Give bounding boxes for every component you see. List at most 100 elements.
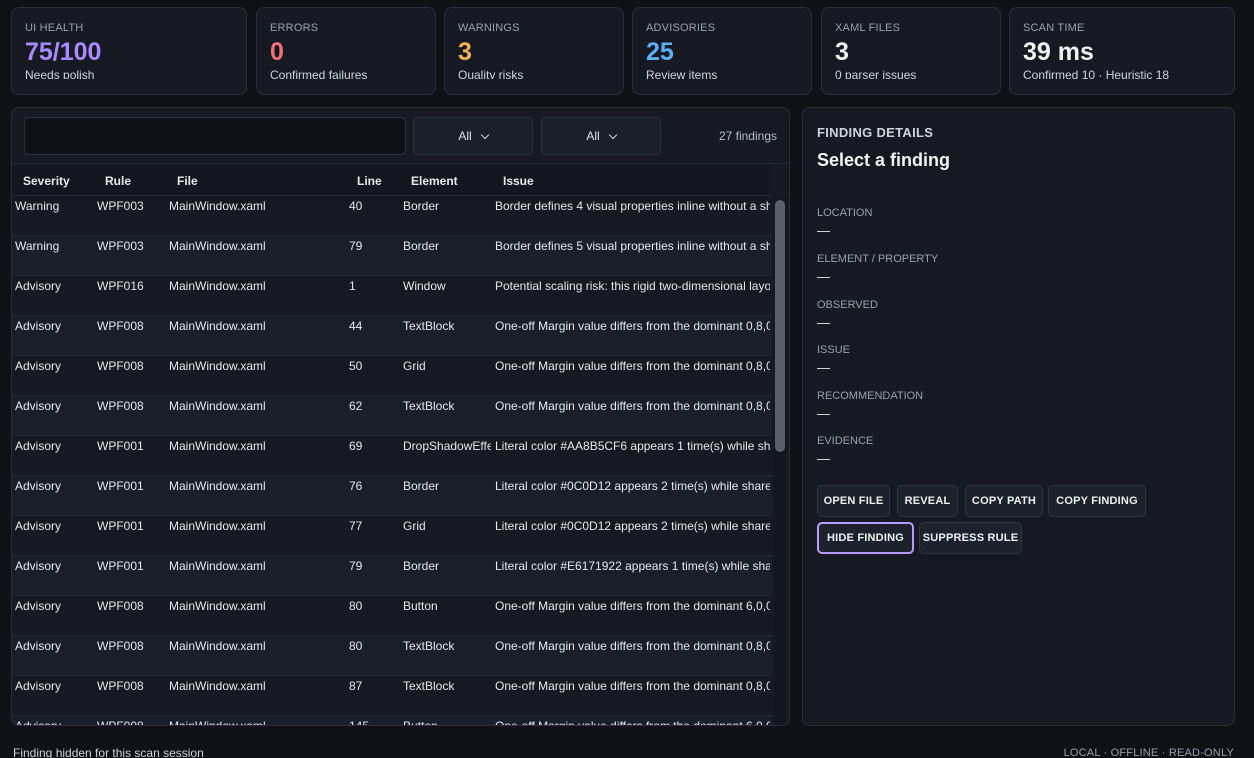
stat-sub: 0 parser issues bbox=[835, 68, 917, 79]
column-header-file[interactable]: File bbox=[177, 174, 198, 188]
cell-line: 80 bbox=[349, 639, 363, 653]
detail-value: — bbox=[817, 360, 830, 375]
cell-issue: One-off Margin value differs from the do… bbox=[495, 679, 770, 693]
column-header-line[interactable]: Line bbox=[357, 174, 382, 188]
chevron-down-icon bbox=[608, 130, 617, 139]
table-row[interactable]: Advisory WPF008 MainWindow.xaml 44 TextBlock… bbox=[12, 316, 772, 356]
column-header-issue[interactable]: Issue bbox=[503, 174, 534, 188]
table-row[interactable]: Advisory WPF001 MainWindow.xaml 76 Border Lit… bbox=[12, 476, 772, 516]
cell-issue: Border defines 4 visual properties inlin… bbox=[495, 199, 770, 213]
hide-finding-button[interactable]: HIDE FINDING bbox=[817, 522, 914, 554]
cell-issue: Literal color #E6171922 appears 1 time(s… bbox=[495, 559, 770, 573]
cell-element: Border bbox=[403, 479, 440, 493]
table-row[interactable]: Advisory WPF008 MainWindow.xaml 80 TextBlock… bbox=[12, 636, 772, 676]
cell-file: MainWindow.xaml bbox=[169, 559, 266, 573]
cell-file: MainWindow.xaml bbox=[169, 639, 266, 653]
table-row[interactable]: Advisory WPF008 MainWindow.xaml 62 TextBlock… bbox=[12, 396, 772, 436]
stat-card-scan-time: SCAN TIME 39 ms Confirmed 10 · Heuristic… bbox=[1009, 7, 1235, 95]
cell-severity: Advisory bbox=[15, 319, 62, 333]
stat-sub: Confirmed 10 · Heuristic 18 bbox=[1023, 68, 1170, 82]
table-scrollbar[interactable] bbox=[774, 196, 786, 725]
table-row[interactable]: Advisory WPF016 MainWindow.xaml 1 Window Pote… bbox=[12, 276, 772, 316]
table-row[interactable]: Advisory WPF008 MainWindow.xaml 145 Button On… bbox=[12, 716, 772, 726]
table-header: Severity Rule File Line Element Issue bbox=[12, 164, 772, 196]
stat-value: 3 bbox=[835, 38, 849, 66]
cell-rule: WPF001 bbox=[97, 559, 144, 573]
detail-value: — bbox=[817, 223, 830, 238]
cell-rule: WPF001 bbox=[97, 439, 144, 453]
scrollbar-thumb[interactable] bbox=[775, 200, 785, 452]
cell-severity: Advisory bbox=[15, 519, 62, 533]
cell-element: Border bbox=[403, 199, 440, 213]
cell-severity: Advisory bbox=[15, 719, 62, 726]
mode-indicator: LOCAL · OFFLINE · READ-ONLY bbox=[1063, 747, 1234, 758]
detail-value: — bbox=[817, 269, 830, 284]
cell-rule: WPF001 bbox=[97, 479, 144, 493]
stat-label: ERRORS bbox=[270, 22, 319, 34]
cell-file: MainWindow.xaml bbox=[169, 359, 266, 373]
cell-element: TextBlock bbox=[403, 399, 455, 413]
cell-rule: WPF008 bbox=[97, 319, 144, 333]
table-row[interactable]: Advisory WPF001 MainWindow.xaml 77 Grid Liter… bbox=[12, 516, 772, 556]
cell-severity: Advisory bbox=[15, 439, 62, 453]
cell-rule: WPF008 bbox=[97, 719, 144, 726]
rule-filter-value: All bbox=[586, 129, 600, 143]
stat-sub: Needs polish bbox=[25, 68, 95, 79]
findings-count: 27 findings bbox=[718, 129, 777, 143]
cell-line: 62 bbox=[349, 399, 363, 413]
cell-element: TextBlock bbox=[403, 319, 455, 333]
detail-element-property: ELEMENT / PROPERTY — bbox=[817, 253, 938, 284]
table-row[interactable]: Advisory WPF001 MainWindow.xaml 79 Border Lit… bbox=[12, 556, 772, 596]
column-header-severity[interactable]: Severity bbox=[23, 174, 70, 188]
copy-path-button[interactable]: COPY PATH bbox=[965, 485, 1043, 517]
column-header-element[interactable]: Element bbox=[411, 174, 458, 188]
cell-line: 1 bbox=[349, 279, 356, 293]
details-heading: FINDING DETAILS bbox=[817, 125, 934, 140]
stat-card-warnings: WARNINGS 3 Quality risks bbox=[444, 7, 624, 95]
cell-severity: Advisory bbox=[15, 679, 62, 693]
stat-label: UI HEALTH bbox=[25, 22, 84, 34]
cell-issue: Literal color #0C0D12 appears 2 time(s) … bbox=[495, 479, 770, 493]
cell-line: 87 bbox=[349, 679, 363, 693]
suppress-rule-button[interactable]: SUPPRESS RULE bbox=[919, 522, 1022, 554]
status-message: Finding hidden for this scan session bbox=[13, 746, 204, 758]
stat-label: SCAN TIME bbox=[1023, 22, 1085, 34]
cell-file: MainWindow.xaml bbox=[169, 199, 266, 213]
detail-issue: ISSUE — bbox=[817, 344, 850, 375]
copy-finding-button[interactable]: COPY FINDING bbox=[1048, 485, 1146, 517]
rule-filter-dropdown[interactable]: All bbox=[541, 117, 661, 155]
detail-location: LOCATION — bbox=[817, 207, 872, 238]
cell-rule: WPF008 bbox=[97, 679, 144, 693]
column-header-rule[interactable]: Rule bbox=[105, 174, 131, 188]
table-row[interactable]: Advisory WPF008 MainWindow.xaml 80 Button One… bbox=[12, 596, 772, 636]
cell-severity: Advisory bbox=[15, 399, 62, 413]
detail-label: EVIDENCE bbox=[817, 435, 874, 447]
table-row[interactable]: Advisory WPF008 MainWindow.xaml 87 TextBlock… bbox=[12, 676, 772, 716]
cell-issue: One-off Margin value differs from the do… bbox=[495, 599, 770, 613]
findings-panel: All All 27 findings Severity Rule File L… bbox=[11, 107, 790, 726]
cell-rule: WPF016 bbox=[97, 279, 144, 293]
cell-file: MainWindow.xaml bbox=[169, 279, 266, 293]
cell-rule: WPF008 bbox=[97, 359, 144, 373]
search-input[interactable] bbox=[24, 117, 406, 155]
severity-filter-dropdown[interactable]: All bbox=[413, 117, 533, 155]
table-row[interactable]: Advisory WPF001 MainWindow.xaml 69 DropShado… bbox=[12, 436, 772, 476]
table-row[interactable]: Advisory WPF008 MainWindow.xaml 50 Grid One-o… bbox=[12, 356, 772, 396]
stat-card-advisories: ADVISORIES 25 Review items bbox=[632, 7, 812, 95]
stat-value: 0 bbox=[270, 38, 284, 66]
chevron-down-icon bbox=[480, 130, 489, 139]
detail-label: ELEMENT / PROPERTY bbox=[817, 253, 939, 265]
stat-value: 39 ms bbox=[1023, 38, 1094, 66]
cell-element: Window bbox=[403, 279, 446, 293]
table-row[interactable]: Warning WPF003 MainWindow.xaml 79 Border Bord… bbox=[12, 236, 772, 276]
cell-line: 80 bbox=[349, 599, 363, 613]
cell-element: Border bbox=[403, 239, 440, 253]
open-file-button[interactable]: OPEN FILE bbox=[817, 485, 890, 517]
table-row[interactable]: Warning WPF003 MainWindow.xaml 40 Border Bord… bbox=[12, 196, 772, 236]
cell-line: 79 bbox=[349, 559, 363, 573]
reveal-button[interactable]: REVEAL bbox=[897, 485, 958, 517]
table-body: Warning WPF003 MainWindow.xaml 40 Border Bord… bbox=[12, 196, 772, 726]
detail-value: — bbox=[817, 315, 830, 330]
cell-file: MainWindow.xaml bbox=[169, 519, 266, 533]
cell-severity: Advisory bbox=[15, 279, 62, 293]
